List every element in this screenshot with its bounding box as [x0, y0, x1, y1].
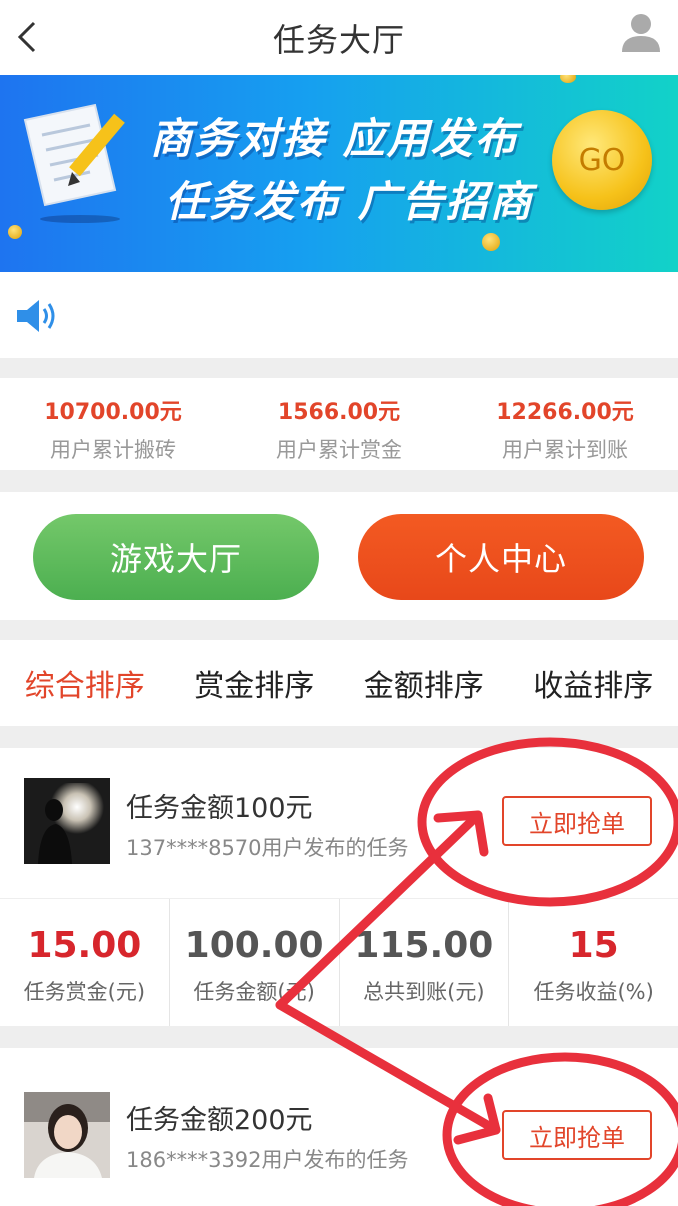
speaker-icon	[17, 300, 55, 332]
stat-total-work: 10700.00元 用户累计搬砖	[0, 378, 226, 470]
metric-value: 100.00	[184, 925, 324, 966]
stat-value: 1566.00元	[277, 400, 401, 425]
metric-bounty: 15.00 任务赏金(元)	[0, 899, 170, 1027]
banner-headline-1: 商务对接 应用发布	[150, 114, 519, 163]
metric-value: 115.00	[354, 925, 494, 966]
document-pen-icon	[23, 103, 125, 207]
sort-tabs: 综合排序 赏金排序 金额排序 收益排序	[0, 640, 678, 726]
promo-banner[interactable]: 商务对接 应用发布 任务发布 广告招商 GO	[0, 75, 678, 272]
tab-profit-sort[interactable]: 收益排序	[509, 640, 678, 726]
task-title: 任务金额200元	[126, 1105, 313, 1136]
banner-headline-2: 任务发布 广告招商	[165, 177, 534, 226]
section-divider	[0, 470, 678, 492]
metric-value: 15.00	[27, 925, 142, 966]
metric-label: 任务赏金(元)	[23, 980, 146, 1004]
task-description: 137****8570用户发布的任务	[126, 836, 409, 860]
stat-label: 用户累计到账	[502, 438, 628, 462]
metric-label: 任务金额(元)	[193, 980, 315, 1004]
task-avatar	[24, 1092, 110, 1178]
stat-value: 12266.00元	[496, 400, 634, 425]
banner-shadow	[40, 215, 120, 223]
stat-label: 用户累计赏金	[276, 438, 402, 462]
stat-total-bounty: 1566.00元 用户累计赏金	[226, 378, 452, 470]
coin-decoration	[8, 225, 22, 239]
coin-decoration	[560, 75, 576, 83]
section-divider	[0, 620, 678, 640]
section-divider	[0, 1026, 678, 1048]
stats-summary: 10700.00元 用户累计搬砖 1566.00元 用户累计赏金 12266.0…	[0, 378, 678, 470]
metric-amount: 100.00 任务金额(元)	[170, 899, 340, 1027]
go-button[interactable]: GO	[552, 110, 652, 210]
stat-label: 用户累计搬砖	[50, 438, 176, 462]
grab-order-button[interactable]: 立即抢单	[502, 1110, 652, 1160]
metric-total: 115.00 总共到账(元)	[340, 899, 510, 1027]
game-hall-button[interactable]: 游戏大厅	[33, 514, 319, 600]
section-divider	[0, 358, 678, 378]
metric-label: 任务收益(%)	[533, 980, 654, 1004]
top-nav-bar: 任务大厅	[0, 0, 678, 75]
page-title: 任务大厅	[272, 20, 405, 59]
task-card[interactable]: 任务金额100元 137****8570用户发布的任务 立即抢单	[0, 748, 678, 898]
grab-order-button[interactable]: 立即抢单	[502, 796, 652, 846]
task-card[interactable]: 任务金额200元 186****3392用户发布的任务 立即抢单	[0, 1048, 678, 1206]
personal-center-button[interactable]: 个人中心	[358, 514, 644, 600]
coin-decoration	[482, 233, 500, 251]
task-description: 186****3392用户发布的任务	[126, 1148, 409, 1172]
task-avatar	[24, 778, 110, 864]
task-title: 任务金额100元	[126, 793, 313, 824]
stat-value: 10700.00元	[44, 400, 182, 425]
tab-overall-sort[interactable]: 综合排序	[0, 640, 170, 726]
back-arrow-icon[interactable]	[10, 17, 50, 57]
main-actions: 游戏大厅 个人中心	[0, 492, 678, 620]
notice-bar	[0, 272, 678, 358]
task-metrics: 15.00 任务赏金(元) 100.00 任务金额(元) 115.00 总共到账…	[0, 898, 678, 1027]
tab-amount-sort[interactable]: 金额排序	[339, 640, 509, 726]
metric-profit: 15 任务收益(%)	[509, 899, 678, 1027]
stat-total-received: 12266.00元 用户累计到账	[452, 378, 678, 470]
metric-label: 总共到账(元)	[363, 980, 485, 1004]
metric-value: 15	[568, 925, 619, 966]
section-divider	[0, 726, 678, 748]
user-profile-icon[interactable]	[620, 12, 662, 54]
tab-bounty-sort[interactable]: 赏金排序	[170, 640, 340, 726]
